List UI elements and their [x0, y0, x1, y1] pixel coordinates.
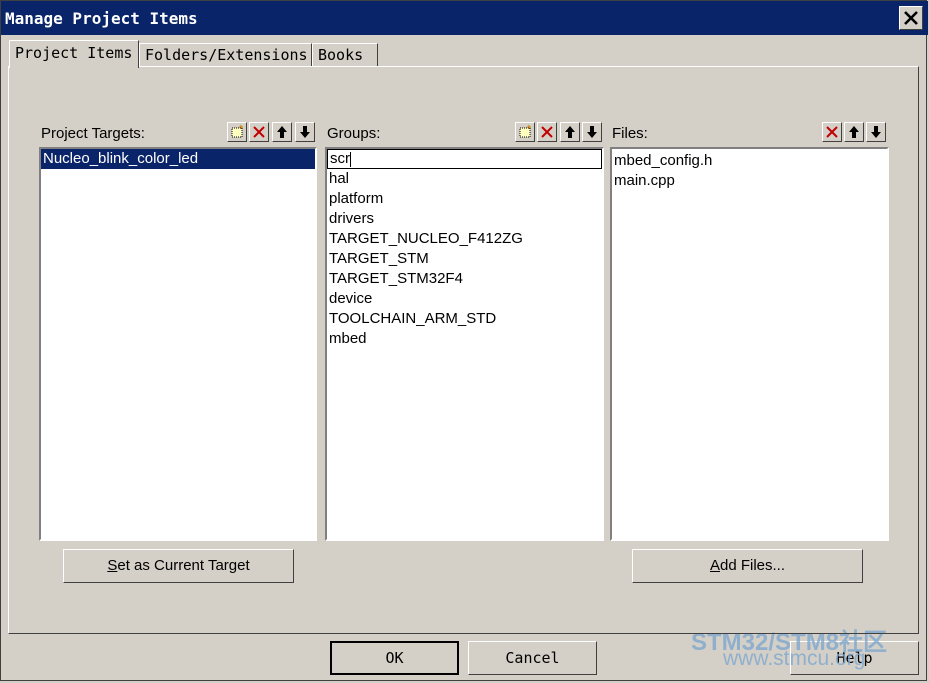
close-button[interactable]	[899, 6, 923, 30]
tab-panel	[8, 66, 919, 634]
cancel-button[interactable]: Cancel	[468, 641, 597, 675]
dialog-title: Manage Project Items	[5, 9, 198, 28]
tab-folders-extensions[interactable]: Folders/Extensions	[139, 43, 312, 67]
manage-project-items-dialog: Manage Project Items Project Items Folde…	[0, 0, 928, 681]
button-label: OK	[385, 649, 404, 667]
ok-button[interactable]: OK	[330, 641, 459, 675]
tab-books[interactable]: Books	[312, 43, 378, 67]
tab-label: Folders/Extensions	[145, 46, 308, 64]
button-label: Cancel	[505, 649, 560, 667]
tab-label: Project Items	[15, 44, 133, 62]
tab-label: Books	[318, 46, 364, 64]
watermark-url: www.stmcu.org	[723, 647, 866, 670]
close-icon	[904, 11, 918, 25]
tab-project-items[interactable]: Project Items	[9, 40, 139, 68]
title-bar: Manage Project Items	[1, 1, 928, 35]
